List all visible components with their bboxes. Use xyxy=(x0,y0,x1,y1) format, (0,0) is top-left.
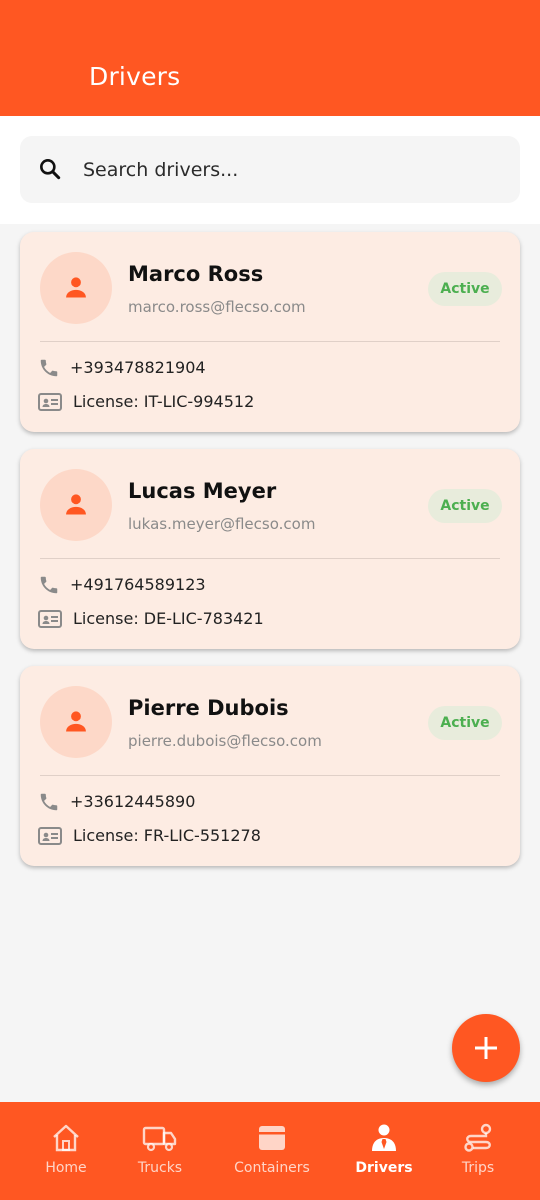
person-icon xyxy=(66,711,86,732)
phone-icon xyxy=(40,576,58,594)
nav-label: Home xyxy=(45,1160,87,1176)
driver-icon xyxy=(372,1124,396,1151)
status-badge: Active xyxy=(428,489,502,523)
nav-item-home[interactable]: Home xyxy=(16,1102,116,1200)
license-number: License: DE-LIC-783421 xyxy=(73,609,264,628)
avatar xyxy=(40,469,112,541)
divider xyxy=(40,558,500,559)
phone-number: +491764589123 xyxy=(70,575,206,594)
nav-item-trips[interactable]: Trips xyxy=(428,1102,528,1200)
phone-icon xyxy=(40,793,58,811)
nav-label: Drivers xyxy=(355,1160,413,1176)
driver-email: pierre.dubois@flecso.com xyxy=(128,732,322,750)
driver-email: marco.ross@flecso.com xyxy=(128,298,306,316)
search-box[interactable] xyxy=(20,136,520,203)
phone-number: +393478821904 xyxy=(70,358,206,377)
bottom-navigation: Home Trucks Containers Drivers Trips xyxy=(0,1102,540,1200)
phone-number: +33612445890 xyxy=(70,792,196,811)
person-icon xyxy=(66,494,86,515)
container-icon xyxy=(259,1126,285,1150)
nav-item-trucks[interactable]: Trucks xyxy=(110,1102,210,1200)
id-card-icon xyxy=(38,610,62,628)
license-number: License: IT-LIC-994512 xyxy=(73,392,255,411)
driver-card[interactable]: Marco Ross marco.ross@flecso.com Active … xyxy=(20,232,520,432)
home-icon xyxy=(53,1124,79,1152)
nav-label: Containers xyxy=(234,1160,310,1176)
divider xyxy=(40,775,500,776)
status-badge: Active xyxy=(428,272,502,306)
driver-name: Pierre Dubois xyxy=(128,696,289,720)
nav-item-containers[interactable]: Containers xyxy=(222,1102,322,1200)
driver-name: Lucas Meyer xyxy=(128,479,277,503)
nav-label: Trips xyxy=(461,1160,495,1176)
nav-item-drivers[interactable]: Drivers xyxy=(334,1102,434,1200)
phone-icon xyxy=(40,359,58,377)
id-card-icon xyxy=(38,827,62,845)
plus-icon xyxy=(475,1037,497,1059)
app-bar: Drivers xyxy=(0,0,540,116)
search-input[interactable] xyxy=(83,136,503,203)
driver-email: lukas.meyer@flecso.com xyxy=(128,515,316,533)
driver-card[interactable]: Lucas Meyer lukas.meyer@flecso.com Activ… xyxy=(20,449,520,649)
person-icon xyxy=(66,277,86,298)
nav-label: Trucks xyxy=(137,1160,183,1176)
license-number: License: FR-LIC-551278 xyxy=(73,826,261,845)
search-icon xyxy=(37,156,63,182)
id-card-icon xyxy=(38,393,62,411)
avatar xyxy=(40,252,112,324)
truck-icon xyxy=(142,1126,177,1152)
driver-name: Marco Ross xyxy=(128,262,264,286)
driver-card[interactable]: Pierre Dubois pierre.dubois@flecso.com A… xyxy=(20,666,520,866)
avatar xyxy=(40,686,112,758)
add-driver-button[interactable] xyxy=(452,1014,520,1082)
status-badge: Active xyxy=(428,706,502,740)
route-icon xyxy=(464,1123,492,1152)
page-title: Drivers xyxy=(89,62,181,91)
divider xyxy=(40,341,500,342)
